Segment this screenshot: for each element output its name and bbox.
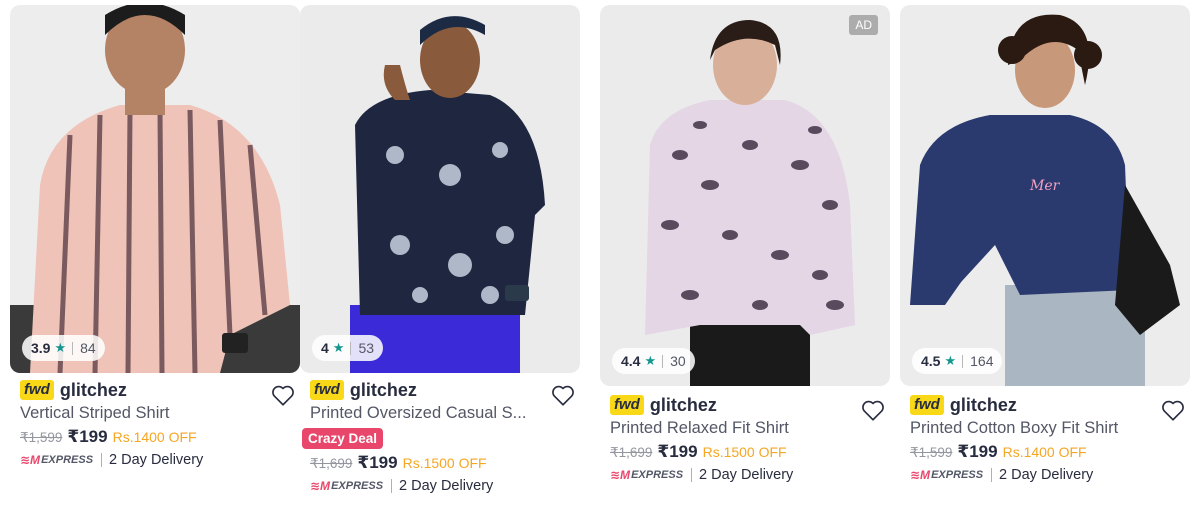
rating-badge: 4 ★ 53 (312, 335, 384, 361)
heart-icon[interactable] (860, 397, 886, 423)
express-label: EXPRESS (41, 454, 94, 466)
sale-price: ₹199 (957, 442, 998, 461)
rating-score: 4.5 (921, 353, 941, 369)
brand-name: glitchez (349, 379, 417, 400)
rating-score: 3.9 (31, 340, 51, 356)
svg-text:Mer: Mer (1029, 178, 1061, 194)
rating-badge: 3.9 ★ 84 (22, 335, 105, 361)
brand-row: fwd glitchez (900, 394, 1190, 416)
product-title[interactable]: Printed Oversized Casual S... (300, 404, 550, 423)
delivery-text: 2 Day Delivery (109, 452, 204, 468)
mrp-price: ₹1,699 (610, 445, 653, 460)
delivery-text: 2 Day Delivery (999, 467, 1094, 483)
express-label: EXPRESS (931, 469, 984, 481)
star-icon: ★ (332, 340, 345, 355)
delivery-row: ≋M EXPRESS 2 Day Delivery (300, 478, 580, 494)
heart-icon[interactable] (1160, 397, 1186, 423)
express-icon: ≋M (310, 479, 331, 493)
rating-divider (662, 354, 664, 368)
rating-count: 164 (970, 353, 994, 369)
discount-text: Rs.1400 OFF (112, 429, 197, 445)
brand-name: glitchez (949, 394, 1017, 415)
delivery-divider (991, 468, 993, 482)
price-row: ₹1,599 ₹199 Rs.1400 OFF (10, 427, 300, 447)
star-icon: ★ (944, 353, 957, 368)
mrp-price: ₹1,599 (20, 430, 63, 445)
heart-icon[interactable] (270, 382, 296, 408)
delivery-row: ≋M EXPRESS 2 Day Delivery (10, 452, 300, 468)
product-image[interactable]: 4 ★ 53 (300, 5, 580, 373)
product-title[interactable]: Printed Relaxed Fit Shirt (600, 419, 850, 438)
product-image[interactable]: AD 4.4 ★ 30 (600, 5, 890, 386)
delivery-divider (101, 453, 103, 467)
rating-score: 4.4 (621, 353, 641, 369)
sale-price: ₹199 (657, 442, 698, 461)
product-title[interactable]: Printed Cotton Boxy Fit Shirt (900, 419, 1150, 438)
star-icon: ★ (644, 353, 657, 368)
fwd-badge: fwd (310, 380, 344, 400)
heart-icon[interactable] (550, 382, 576, 408)
rating-badge: 4.4 ★ 30 (612, 348, 695, 374)
price-row: ₹1,599 ₹199 Rs.1400 OFF (900, 442, 1190, 462)
express-label: EXPRESS (631, 469, 684, 481)
brand-row: fwd glitchez (300, 379, 580, 401)
sale-price: ₹199 (67, 427, 108, 446)
brand-row: fwd glitchez (600, 394, 890, 416)
rating-badge: 4.5 ★ 164 (912, 348, 1003, 374)
product-title[interactable]: Vertical Striped Shirt (10, 404, 260, 423)
fwd-badge: fwd (910, 395, 944, 415)
product-photo: Mer (900, 5, 1190, 386)
fwd-badge: fwd (20, 380, 54, 400)
rating-count: 84 (80, 340, 96, 356)
product-card[interactable]: 4 ★ 53 fwd glitchez Printed Oversized Ca… (300, 5, 580, 494)
discount-text: Rs.1500 OFF (702, 444, 787, 460)
express-icon: ≋M (20, 453, 41, 467)
product-image[interactable]: Mer 4.5 ★ 164 (900, 5, 1190, 386)
delivery-text: 2 Day Delivery (399, 478, 494, 494)
rating-divider (350, 341, 352, 355)
product-image[interactable]: 3.9 ★ 84 (10, 5, 300, 373)
brand-row: fwd glitchez (10, 379, 300, 401)
rating-divider (72, 341, 74, 355)
delivery-row: ≋M EXPRESS 2 Day Delivery (600, 467, 890, 483)
express-icon: ≋M (910, 468, 931, 482)
brand-name: glitchez (59, 379, 127, 400)
express-label: EXPRESS (331, 480, 384, 492)
ad-label: AD (849, 15, 878, 35)
discount-text: Rs.1400 OFF (1002, 444, 1087, 460)
delivery-divider (391, 479, 393, 493)
brand-name: glitchez (649, 394, 717, 415)
product-card[interactable]: Mer 4.5 ★ 164 fwd glitchez Printed Cotto… (900, 5, 1190, 483)
product-card[interactable]: 3.9 ★ 84 fwd glitchez Vertical Striped S… (10, 5, 300, 468)
star-icon: ★ (54, 340, 67, 355)
delivery-text: 2 Day Delivery (699, 467, 794, 483)
discount-text: Rs.1500 OFF (402, 455, 487, 471)
product-card[interactable]: AD 4.4 ★ 30 fwd glitchez Printed Relaxed… (600, 5, 890, 483)
rating-divider (962, 354, 964, 368)
delivery-row: ≋M EXPRESS 2 Day Delivery (900, 467, 1190, 483)
mrp-price: ₹1,699 (310, 456, 353, 471)
fwd-badge: fwd (610, 395, 644, 415)
rating-count: 53 (358, 340, 375, 356)
crazy-deal-badge: Crazy Deal (302, 428, 384, 449)
express-tag: ≋M EXPRESS (610, 468, 683, 482)
price-row: ₹1,699 ₹199 Rs.1500 OFF (600, 442, 890, 462)
delivery-divider (691, 468, 693, 482)
mrp-price: ₹1,599 (910, 445, 953, 460)
price-row: ₹1,699 ₹199 Rs.1500 OFF (300, 453, 580, 473)
product-photo (300, 5, 580, 373)
express-tag: ≋M EXPRESS (310, 479, 383, 493)
express-tag: ≋M EXPRESS (910, 468, 983, 482)
rating-score: 4 (321, 340, 329, 356)
product-photo (600, 5, 890, 386)
product-photo (10, 5, 300, 373)
express-icon: ≋M (610, 468, 631, 482)
express-tag: ≋M EXPRESS (20, 453, 93, 467)
sale-price: ₹199 (357, 453, 398, 472)
rating-count: 30 (670, 353, 686, 369)
